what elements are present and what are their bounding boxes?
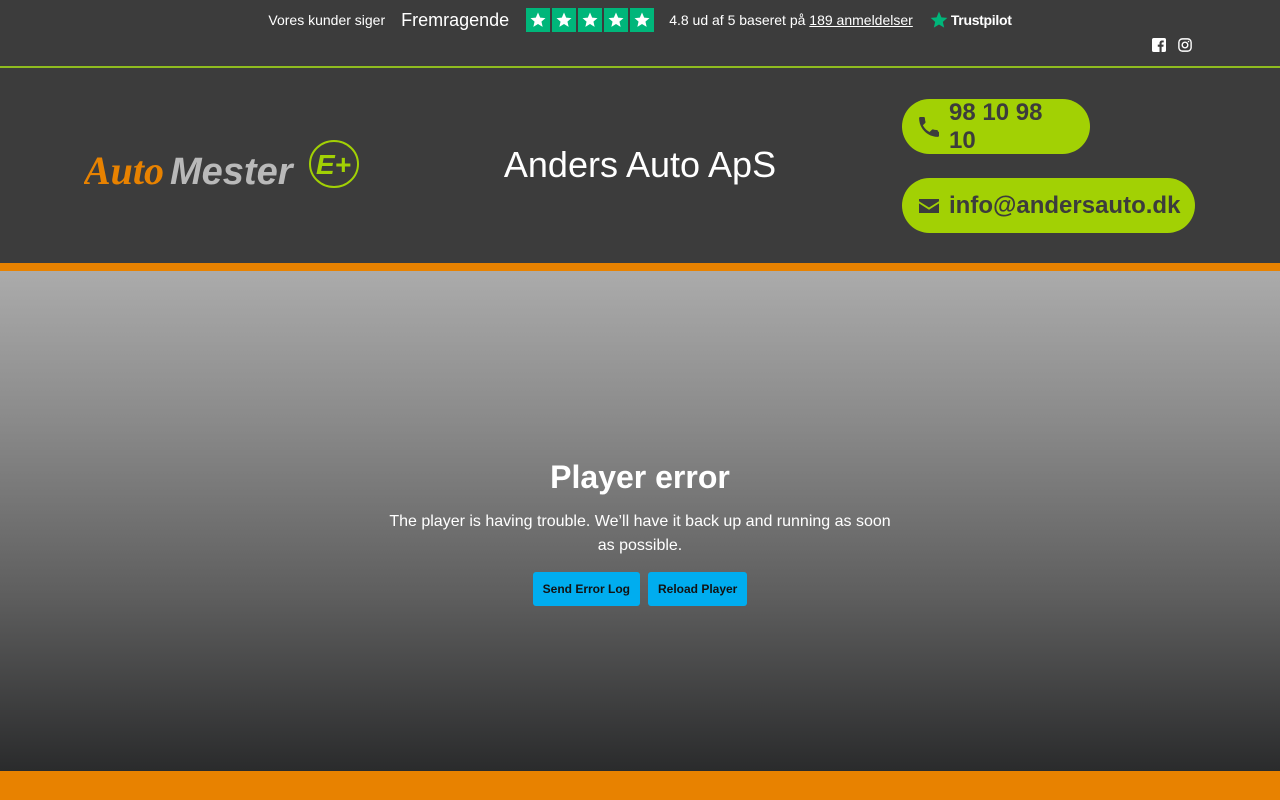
footer-band — [0, 771, 1280, 800]
email-address: info@andersauto.dk — [949, 191, 1181, 219]
reload-player-button[interactable]: Reload Player — [647, 572, 748, 606]
trustpilot-summary-text: 4.8 ud af 5 baseret på — [669, 12, 806, 28]
player-error-title: Player error — [550, 459, 730, 495]
phone-icon — [919, 116, 939, 137]
trustpilot-stars — [526, 8, 655, 32]
player-error-panel: Player error The player is having troubl… — [380, 459, 900, 606]
instagram-icon[interactable] — [1178, 38, 1194, 54]
logo-mester-text: Mester — [170, 151, 295, 192]
send-error-log-button[interactable]: Send Error Log — [532, 572, 640, 606]
phone-number: 98 10 98 10 — [949, 98, 1043, 154]
trustpilot-rating-word: Fremragende — [401, 9, 510, 30]
trustpilot-logo[interactable]: Trustpilot — [929, 10, 1012, 30]
site-header: Auto Mester E+ Anders Auto ApS 98 10 98 … — [0, 70, 1280, 263]
trustpilot-reviews-link[interactable]: 189 anmeldelser — [809, 12, 913, 28]
player-error-message: The player is having trouble. We’ll have… — [389, 513, 891, 554]
trustpilot-star-icon — [930, 11, 948, 28]
phone-button[interactable]: 98 10 98 10 — [902, 99, 1090, 154]
star-icon — [630, 8, 655, 32]
top-bar: Vores kunder siger Fremragende 4.8 ud af… — [0, 0, 1280, 68]
facebook-icon[interactable] — [1152, 38, 1168, 54]
trustpilot-widget[interactable]: Vores kunder siger Fremragende 4.8 ud af… — [0, 7, 1280, 33]
envelope-icon — [919, 198, 939, 213]
player-error-actions: Send Error Log Reload Player — [380, 572, 900, 606]
email-button[interactable]: info@andersauto.dk — [902, 178, 1195, 233]
social-links — [1152, 38, 1194, 54]
company-name: Anders Auto ApS — [503, 144, 777, 185]
trustpilot-summary: 4.8 ud af 5 baseret på 189 anmeldelser — [669, 12, 913, 28]
logo-badge-text: E+ — [316, 149, 351, 180]
header-divider — [0, 263, 1280, 271]
star-icon — [578, 8, 603, 32]
star-icon — [604, 8, 629, 32]
video-player[interactable]: Player error The player is having troubl… — [0, 271, 1280, 771]
trustpilot-brand: Trustpilot — [950, 12, 1012, 28]
trustpilot-say: Vores kunder siger — [268, 12, 386, 28]
star-icon — [552, 8, 577, 32]
logo-auto-text: Auto — [84, 148, 164, 192]
star-icon — [526, 8, 551, 32]
automester-logo[interactable]: Auto Mester E+ — [81, 140, 364, 193]
